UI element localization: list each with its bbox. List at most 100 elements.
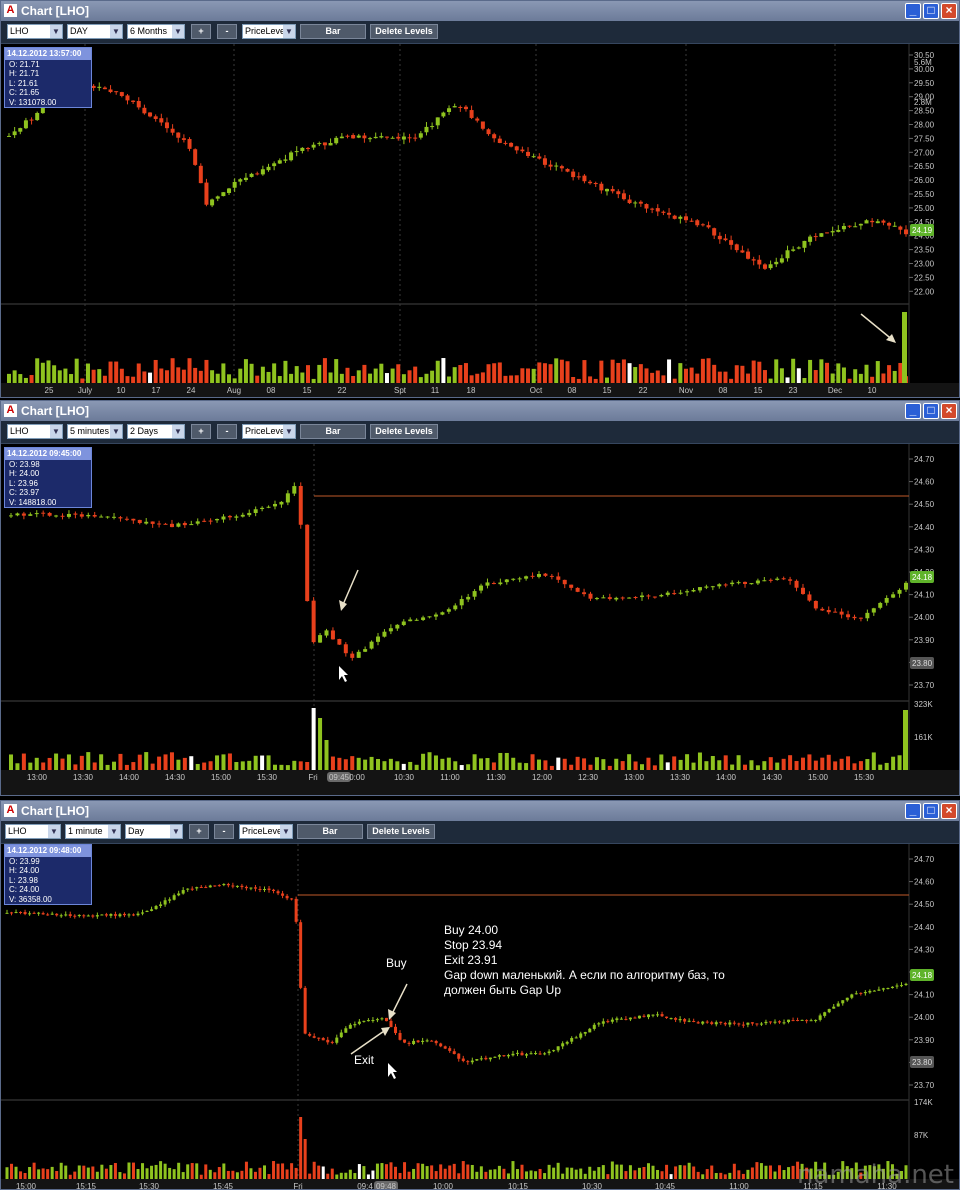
volume-bar xyxy=(285,765,290,770)
volume-bar xyxy=(50,1166,54,1179)
volume-bar xyxy=(35,358,40,383)
close-button[interactable]: × xyxy=(941,3,957,19)
bar-type-button[interactable]: Bar xyxy=(297,824,363,839)
chart-canvas[interactable]: 24.7024.6024.5024.4024.3024.2024.1024.00… xyxy=(1,844,959,1190)
chart-canvas[interactable]: 24.7024.6024.5024.4024.3024.2024.1024.00… xyxy=(1,444,959,796)
zoom-out-button[interactable]: - xyxy=(214,824,234,839)
volume-bar xyxy=(582,360,587,383)
volume-bar xyxy=(511,1161,515,1179)
volume-bar xyxy=(547,1164,551,1179)
chart-window-5min: A Chart [LHO] _ □ × LHO ▼ 5 minutes ▼ 2 Da… xyxy=(0,400,960,796)
symbol-select[interactable]: LHO ▼ xyxy=(7,24,63,39)
price-level-select[interactable]: PriceLeve ▼ xyxy=(242,24,296,39)
range-select[interactable]: Day ▼ xyxy=(125,824,183,839)
chevron-down-icon: ▼ xyxy=(108,825,120,838)
candle-body xyxy=(895,985,899,987)
candle-body xyxy=(575,587,580,592)
minimize-button[interactable]: _ xyxy=(905,3,921,19)
candle-body xyxy=(29,119,34,121)
volume-bar xyxy=(231,1170,235,1179)
volume-bar xyxy=(122,1173,126,1179)
volume-bar xyxy=(475,373,480,383)
zoom-in-button[interactable]: + xyxy=(189,824,209,839)
volume-bar xyxy=(407,370,412,383)
candle-body xyxy=(369,641,374,649)
candle-body xyxy=(421,1040,425,1042)
delete-levels-button[interactable]: Delete Levels xyxy=(370,424,438,439)
time-axis-label: Fri xyxy=(308,773,318,782)
candle-body xyxy=(376,636,381,642)
price-level-select[interactable]: PriceLeve ▼ xyxy=(242,424,296,439)
candle-body xyxy=(887,222,892,226)
minimize-button[interactable]: _ xyxy=(905,403,921,419)
volume-bar xyxy=(127,1162,131,1179)
delete-levels-button[interactable]: Delete Levels xyxy=(370,24,438,39)
period-select[interactable]: 1 minute ▼ xyxy=(65,824,121,839)
candle-body xyxy=(605,188,609,192)
candle-body xyxy=(298,485,303,525)
volume-bar xyxy=(150,1165,154,1179)
price-tick-label: 23.70 xyxy=(914,681,935,690)
volume-bar xyxy=(458,365,463,383)
candle-body xyxy=(317,1037,321,1039)
candle-body xyxy=(520,1052,524,1056)
period-select[interactable]: 5 minutes ▼ xyxy=(67,424,123,439)
candle-body xyxy=(213,885,217,887)
candle-body xyxy=(108,89,113,93)
close-button[interactable]: × xyxy=(941,803,957,819)
volume-bar xyxy=(345,367,350,383)
maximize-button[interactable]: □ xyxy=(923,803,939,819)
volume-bar xyxy=(19,1171,23,1179)
zoom-out-button[interactable]: - xyxy=(217,424,237,439)
volume-bar xyxy=(141,1163,145,1179)
minimize-button[interactable]: _ xyxy=(905,803,921,819)
candle-body xyxy=(97,86,102,88)
candle-body xyxy=(833,611,838,613)
candle-body xyxy=(362,1020,366,1022)
candle-body xyxy=(687,1020,691,1022)
zoom-in-button[interactable]: + xyxy=(191,24,211,39)
time-axis-label: 23 xyxy=(789,386,798,395)
title-bar[interactable]: A Chart [LHO] _ □ × xyxy=(1,401,959,421)
close-button[interactable]: × xyxy=(941,403,957,419)
volume-bar xyxy=(729,378,734,383)
volume-bar xyxy=(774,359,779,383)
candle-body xyxy=(497,138,502,143)
volume-bar xyxy=(195,1163,199,1179)
period-select[interactable]: DAY ▼ xyxy=(67,24,123,39)
maximize-button[interactable]: □ xyxy=(923,3,939,19)
time-axis-label: 10:00 xyxy=(433,1182,454,1190)
candle-body xyxy=(814,1019,818,1021)
candle-body xyxy=(787,1019,791,1023)
zoom-in-button[interactable]: + xyxy=(191,424,211,439)
range-select[interactable]: 6 Months ▼ xyxy=(127,24,185,39)
candle-body xyxy=(751,259,756,261)
range-select[interactable]: 2 Days ▼ xyxy=(127,424,185,439)
bar-type-button[interactable]: Bar xyxy=(300,424,366,439)
chevron-down-icon: ▼ xyxy=(50,25,62,38)
volume-bar xyxy=(9,754,13,770)
title-bar[interactable]: A Chart [LHO] _ □ × xyxy=(1,1,959,21)
volume-bar xyxy=(672,756,677,770)
zoom-out-button[interactable]: - xyxy=(217,24,237,39)
candle-body xyxy=(253,509,258,513)
volume-bar xyxy=(755,1162,759,1179)
volume-bar xyxy=(99,754,104,770)
symbol-select[interactable]: LHO ▼ xyxy=(5,824,61,839)
symbol-select[interactable]: LHO ▼ xyxy=(7,424,63,439)
candle-body xyxy=(204,182,209,205)
volume-bar xyxy=(105,764,110,770)
chart-canvas[interactable]: 30.5030.0029.5029.0028.5028.0027.5027.00… xyxy=(1,44,959,398)
bar-type-button[interactable]: Bar xyxy=(300,24,366,39)
delete-levels-button[interactable]: Delete Levels xyxy=(367,824,435,839)
maximize-button[interactable]: □ xyxy=(923,403,939,419)
volume-bar xyxy=(294,366,299,383)
volume-bar xyxy=(430,370,435,383)
candle-body xyxy=(610,189,615,192)
price-level-select[interactable]: PriceLeve ▼ xyxy=(239,824,293,839)
volume-bar xyxy=(470,1164,474,1179)
title-bar[interactable]: A Chart [LHO] _ □ × xyxy=(1,801,959,821)
volume-bar xyxy=(118,753,123,770)
candle-body xyxy=(515,1052,519,1054)
volume-bar xyxy=(728,1172,732,1179)
